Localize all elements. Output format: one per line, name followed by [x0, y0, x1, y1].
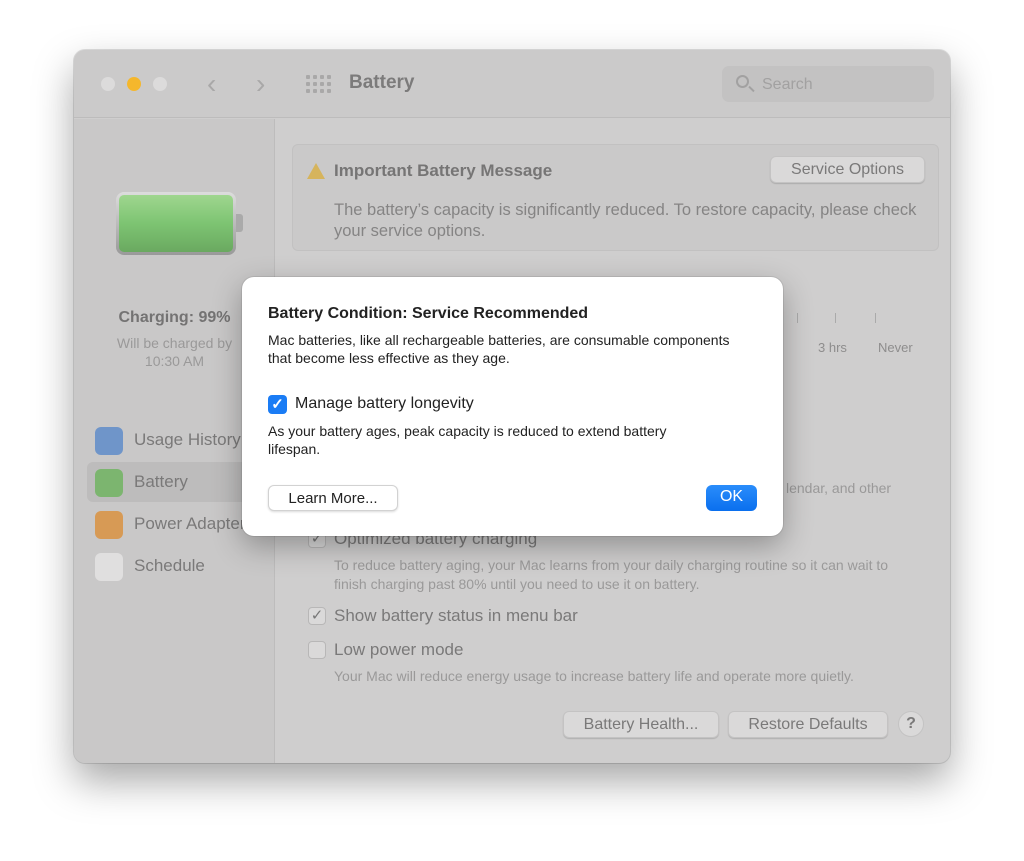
back-chevron-icon[interactable]: ‹ — [207, 68, 216, 100]
show-battery-status-label: Show battery status in menu bar — [334, 606, 578, 625]
slider-tick — [797, 313, 798, 323]
sidebar-item-label: Power Adapter — [134, 514, 246, 533]
restore-defaults-button[interactable]: Restore Defaults — [728, 711, 888, 738]
ok-button[interactable]: OK — [706, 485, 757, 511]
manage-longevity-checkbox[interactable]: ✓ — [268, 395, 287, 414]
message-body: The battery’s capacity is significantly … — [334, 201, 917, 240]
usage-history-icon — [95, 427, 123, 455]
dialog-body: Mac batteries, like all rechargeable bat… — [268, 332, 730, 366]
sidebar-item-label: Battery — [134, 472, 188, 491]
search-input[interactable]: Search — [722, 66, 934, 102]
dialog-title: Battery Condition: Service Recommended — [268, 305, 589, 322]
message-title: Important Battery Message — [334, 161, 553, 180]
search-icon — [736, 75, 749, 88]
low-power-mode-label: Low power mode — [334, 640, 464, 659]
forward-chevron-icon[interactable]: › — [256, 68, 265, 100]
battery-condition-dialog: Battery Condition: Service Recommended M… — [242, 277, 783, 536]
battery-icon — [95, 469, 123, 497]
battery-health-button[interactable]: Battery Health... — [563, 711, 719, 738]
sidebar-item-label: Schedule — [134, 556, 205, 575]
low-power-mode-checkbox[interactable] — [308, 641, 326, 659]
slider-label-never: Never — [878, 340, 913, 355]
show-battery-status-checkbox[interactable]: ✓ — [308, 607, 326, 625]
slider-label-3hrs: 3 hrs — [818, 340, 847, 355]
help-button[interactable]: ? — [898, 711, 924, 737]
minimize-button[interactable] — [127, 77, 141, 91]
sidebar-item-schedule[interactable]: Schedule — [87, 546, 277, 586]
show-all-grid-icon[interactable] — [306, 75, 331, 93]
optimized-charging-desc: To reduce battery aging, your Mac learns… — [334, 557, 889, 592]
slider-tick — [875, 313, 876, 323]
warning-icon — [307, 163, 325, 179]
sidebar-item-label: Usage History — [134, 430, 241, 449]
service-options-button[interactable]: Service Options — [770, 156, 925, 183]
window-title: Battery — [349, 72, 415, 93]
slider-tick — [835, 313, 836, 323]
close-button[interactable] — [101, 77, 115, 91]
title-bar: ‹ › Battery Search — [74, 50, 950, 118]
power-adapter-icon — [95, 511, 123, 539]
manage-longevity-desc: As your battery ages, peak capacity is r… — [268, 423, 667, 457]
schedule-icon — [95, 553, 123, 581]
learn-more-button[interactable]: Learn More... — [268, 485, 398, 511]
zoom-button[interactable] — [153, 77, 167, 91]
low-power-mode-desc: Your Mac will reduce energy usage to inc… — [334, 668, 854, 684]
manage-longevity-label: Manage battery longevity — [295, 395, 474, 412]
search-placeholder: Search — [762, 76, 813, 93]
important-battery-message: Important Battery Message The battery’s … — [292, 144, 939, 251]
partial-description: lendar, and other — [786, 480, 892, 496]
battery-level-icon — [116, 192, 243, 255]
